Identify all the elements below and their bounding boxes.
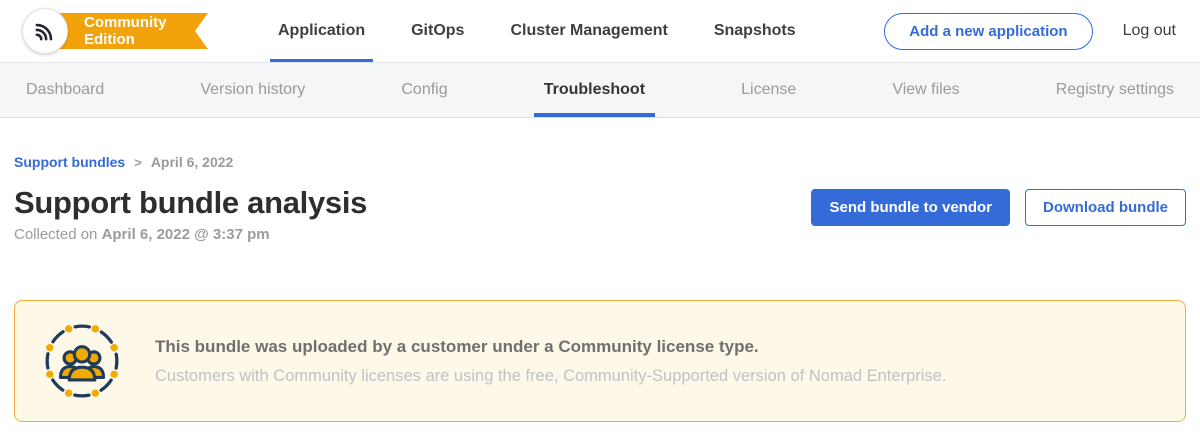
- tab-application[interactable]: Application: [278, 0, 365, 62]
- subnav-troubleshoot[interactable]: Troubleshoot: [544, 63, 645, 117]
- subnav-dashboard[interactable]: Dashboard: [26, 63, 104, 117]
- banner-subtext: Customers with Community licenses are us…: [155, 367, 946, 386]
- subnav-registry-settings[interactable]: Registry settings: [1056, 63, 1174, 117]
- banner-text: This bundle was uploaded by a customer u…: [155, 337, 946, 386]
- community-license-banner: This bundle was uploaded by a customer u…: [14, 300, 1186, 422]
- brand: Community Edition: [22, 8, 208, 54]
- breadcrumb-support-bundles-link[interactable]: Support bundles: [14, 154, 125, 170]
- tab-cluster-management[interactable]: Cluster Management: [510, 0, 667, 62]
- header-actions: Add a new application Log out: [884, 13, 1176, 50]
- bundle-actions: Send bundle to vendor Download bundle: [811, 189, 1186, 226]
- collected-prefix: Collected on: [14, 226, 97, 243]
- primary-nav: Application GitOps Cluster Management Sn…: [278, 0, 796, 62]
- tab-snapshots[interactable]: Snapshots: [714, 0, 796, 62]
- title-row: Support bundle analysis Collected on Apr…: [14, 185, 1186, 243]
- breadcrumb-current: April 6, 2022: [151, 154, 234, 170]
- subnav-version-history[interactable]: Version history: [200, 63, 305, 117]
- banner-heading: This bundle was uploaded by a customer u…: [155, 337, 946, 357]
- community-edition-label: Community Edition: [84, 14, 184, 48]
- breadcrumb-separator: >: [134, 155, 142, 170]
- collected-date: April 6, 2022 @ 3:37 pm: [102, 226, 270, 243]
- logout-link[interactable]: Log out: [1123, 22, 1176, 40]
- subnav-view-files[interactable]: View files: [892, 63, 959, 117]
- title-block: Support bundle analysis Collected on Apr…: [14, 185, 367, 243]
- app-subnav: Dashboard Version history Config Trouble…: [0, 62, 1200, 118]
- main-content: Support bundles > April 6, 2022 Support …: [0, 154, 1200, 422]
- subnav-license[interactable]: License: [741, 63, 796, 117]
- subnav-config[interactable]: Config: [401, 63, 447, 117]
- add-application-button[interactable]: Add a new application: [884, 13, 1092, 50]
- download-bundle-button[interactable]: Download bundle: [1025, 189, 1186, 226]
- tab-gitops[interactable]: GitOps: [411, 0, 464, 62]
- replicated-logo-icon[interactable]: [22, 8, 68, 54]
- top-navbar: Community Edition Application GitOps Clu…: [0, 0, 1200, 62]
- community-edition-badge: Community Edition: [48, 13, 208, 49]
- page-title: Support bundle analysis: [14, 185, 367, 221]
- breadcrumb: Support bundles > April 6, 2022: [14, 154, 1186, 170]
- send-bundle-to-vendor-button[interactable]: Send bundle to vendor: [811, 189, 1010, 226]
- collected-timestamp: Collected on April 6, 2022 @ 3:37 pm: [14, 226, 367, 243]
- community-people-icon: [41, 320, 123, 402]
